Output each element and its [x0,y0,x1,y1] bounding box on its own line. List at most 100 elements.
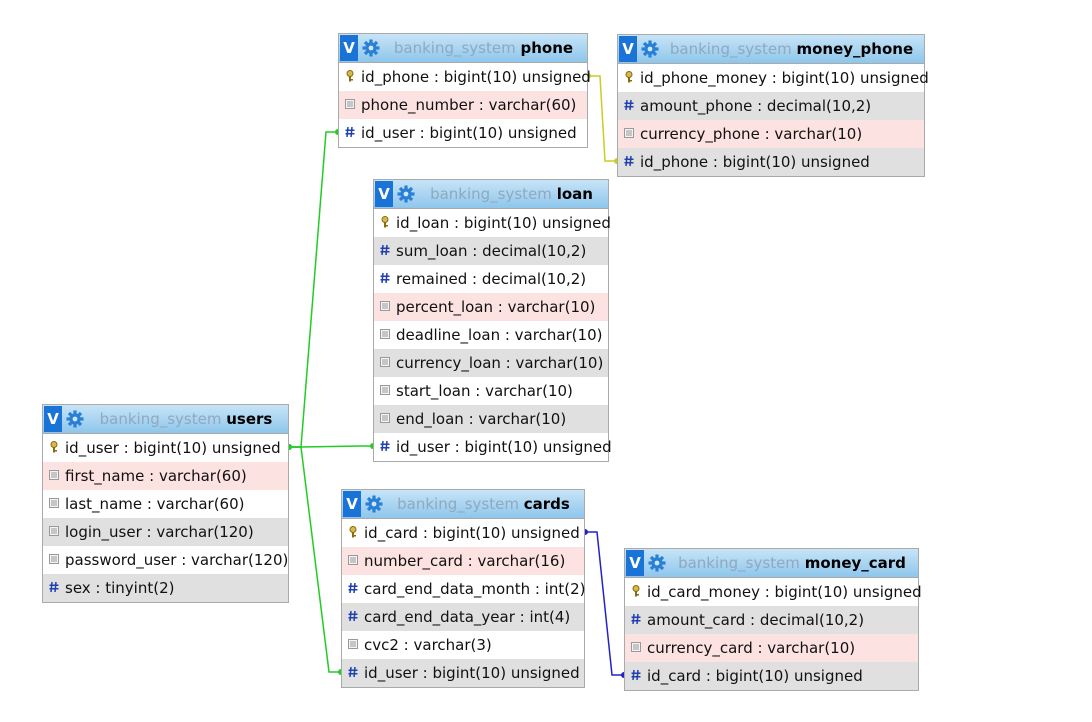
database-name: banking_system [669,40,792,58]
key-icon [342,524,364,542]
table-column-row[interactable]: last_name : varchar(60) [43,490,288,518]
table-cards[interactable]: Vbanking_system cards id_card : bigint(10… [341,489,585,688]
table-name: users [226,410,273,428]
table-column-row[interactable]: number_card : varchar(16) [342,547,584,575]
table-title[interactable]: banking_system money_card [666,554,918,572]
hash-icon [342,580,364,598]
table-users[interactable]: Vbanking_system users id_user : bigint(10… [42,404,289,603]
table-column-row[interactable]: start_loan : varchar(10) [374,377,608,405]
table-header[interactable]: Vbanking_system users [43,405,288,434]
table-column-row[interactable]: percent_loan : varchar(10) [374,293,608,321]
table-column-row[interactable]: sum_loan : decimal(10,2) [374,237,608,265]
table-title[interactable]: banking_system money_phone [659,40,924,58]
table-header[interactable]: Vbanking_system money_card [625,549,918,578]
hash-icon [43,579,65,597]
table-column-row[interactable]: login_user : varchar(120) [43,518,288,546]
toggle-columns-button[interactable]: V [343,491,361,517]
relation-line [588,75,617,162]
table-title[interactable]: banking_system cards [383,495,584,513]
table-column-row[interactable]: id_user : bigint(10) unsigned [339,119,587,147]
column-definition: sum_loan : decimal(10,2) [396,242,587,260]
column-definition: phone_number : varchar(60) [361,96,577,114]
table-column-row[interactable]: id_card_money : bigint(10) unsigned [625,578,922,606]
relation-line [289,446,341,673]
table-header[interactable]: Vbanking_system money_phone [618,35,924,64]
gear-icon[interactable] [365,495,383,513]
column-definition: id_user : bigint(10) unsigned [364,664,580,682]
column-definition: id_card_money : bigint(10) unsigned [647,583,922,601]
gear-icon[interactable] [397,185,415,203]
table-column-row[interactable]: id_card : bigint(10) unsigned [625,662,918,690]
table-column-row[interactable]: amount_card : decimal(10,2) [625,606,918,634]
database-name: banking_system [430,185,552,203]
table-column-row[interactable]: currency_card : varchar(10) [625,634,918,662]
table-title[interactable]: banking_system users [84,410,288,428]
column-definition: id_card : bigint(10) unsigned [647,667,863,685]
table-header[interactable]: Vbanking_system loan [374,180,608,209]
table-column-row[interactable]: end_loan : varchar(10) [374,405,608,433]
table-loan[interactable]: Vbanking_system loan id_loan : bigint(10)… [373,179,612,462]
table-title[interactable]: banking_system phone [380,39,587,57]
column-definition: id_phone : bigint(10) unsigned [640,153,870,171]
column-definition: first_name : varchar(60) [65,467,247,485]
key-icon [43,439,65,457]
hash-icon [625,611,647,629]
column-definition: id_card : bigint(10) unsigned [364,524,580,542]
table-header[interactable]: Vbanking_system phone [339,34,587,63]
table-column-row[interactable]: cvc2 : varchar(3) [342,631,584,659]
table-phone[interactable]: Vbanking_system phone id_phone : bigint(1… [338,33,591,148]
column-definition: password_user : varchar(120) [65,551,289,569]
text-field-icon [342,552,364,570]
column-definition: login_user : varchar(120) [65,523,254,541]
key-icon [618,69,640,87]
gear-icon[interactable] [641,40,659,58]
table-column-row[interactable]: id_user : bigint(10) unsigned [342,659,584,687]
gear-icon[interactable] [66,410,84,428]
column-definition: last_name : varchar(60) [65,495,245,513]
hash-icon [339,124,361,142]
toggle-columns-button[interactable]: V [44,406,62,432]
table-column-row[interactable]: card_end_data_month : int(2) [342,575,585,603]
column-definition: id_user : bigint(10) unsigned [361,124,577,142]
table-column-row[interactable]: phone_number : varchar(60) [339,91,587,119]
text-field-icon [43,551,65,569]
toggle-columns-button[interactable]: V [619,36,637,62]
table-column-row[interactable]: id_user : bigint(10) unsigned [43,434,288,462]
table-title[interactable]: banking_system loan [415,185,608,203]
table-column-row[interactable]: password_user : varchar(120) [43,546,288,574]
toggle-columns-button[interactable]: V [375,181,393,207]
table-column-row[interactable]: currency_loan : varchar(10) [374,349,608,377]
table-column-row[interactable]: first_name : varchar(60) [43,462,288,490]
table-column-row[interactable]: amount_phone : decimal(10,2) [618,92,924,120]
table-money-phone[interactable]: Vbanking_system money_phone id_phone_mone… [617,34,929,177]
table-column-row[interactable]: id_card : bigint(10) unsigned [342,519,584,547]
table-column-row[interactable]: id_user : bigint(10) unsigned [374,433,612,461]
database-name: banking_system [397,495,519,513]
gear-icon[interactable] [648,554,666,572]
gear-icon[interactable] [362,39,380,57]
table-column-row[interactable]: id_phone : bigint(10) unsigned [618,148,924,176]
table-column-row[interactable]: deadline_loan : varchar(10) [374,321,608,349]
toggle-columns-button[interactable]: V [626,550,644,576]
table-header[interactable]: Vbanking_system cards [342,490,584,519]
column-definition: start_loan : varchar(10) [396,382,573,400]
column-definition: id_user : bigint(10) unsigned [396,438,612,456]
text-field-icon [374,410,396,428]
text-field-icon [374,298,396,316]
table-money-card[interactable]: Vbanking_system money_card id_card_money … [624,548,922,691]
column-definition: cvc2 : varchar(3) [364,636,492,654]
table-column-row[interactable]: sex : tinyint(2) [43,574,288,602]
table-column-row[interactable]: id_phone : bigint(10) unsigned [339,63,591,91]
column-definition: number_card : varchar(16) [364,552,566,570]
hash-icon [625,667,647,685]
table-column-row[interactable]: id_loan : bigint(10) unsigned [374,209,611,237]
table-column-row[interactable]: remained : decimal(10,2) [374,265,608,293]
table-column-row[interactable]: card_end_data_year : int(4) [342,603,584,631]
hash-icon [342,664,364,682]
table-column-row[interactable]: id_phone_money : bigint(10) unsigned [618,64,929,92]
column-definition: id_phone : bigint(10) unsigned [361,68,591,86]
table-column-row[interactable]: currency_phone : varchar(10) [618,120,924,148]
toggle-columns-button[interactable]: V [340,35,358,61]
table-name: loan [556,185,593,203]
database-name: banking_system [99,410,222,428]
